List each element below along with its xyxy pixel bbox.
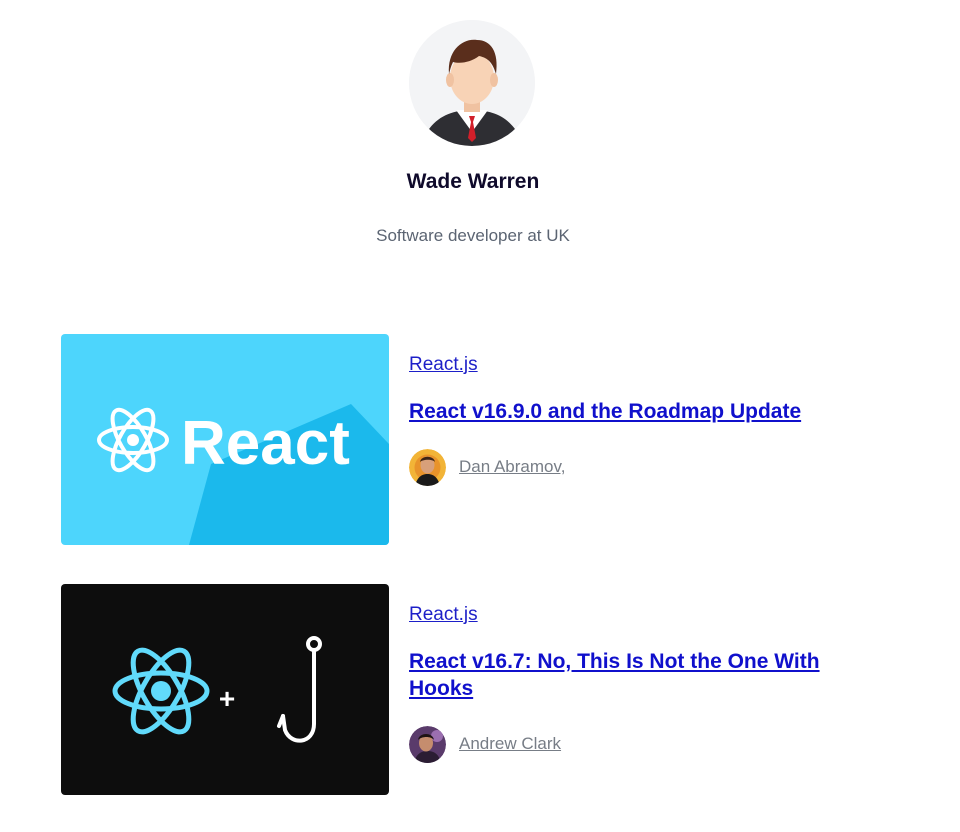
react-logo-banner-image: React xyxy=(61,334,389,545)
profile-name: Wade Warren xyxy=(406,170,540,193)
post-category-link[interactable]: React.js xyxy=(409,604,478,626)
author-name-link[interactable]: Andrew Clark xyxy=(459,734,561,754)
post-category-link[interactable]: React.js xyxy=(409,354,478,376)
page: Wade Warren Software developer at UK Rea… xyxy=(0,0,960,832)
author-photo-icon xyxy=(409,725,446,763)
author-avatar[interactable] xyxy=(409,725,446,763)
profile-bio: Software developer at UK xyxy=(376,226,570,245)
author-avatar[interactable] xyxy=(409,448,446,486)
svg-text:+: + xyxy=(219,683,235,714)
profile-avatar xyxy=(409,20,535,146)
user-avatar-icon xyxy=(409,20,535,146)
post-author: Andrew Clark xyxy=(409,725,561,763)
author-photo-icon xyxy=(409,448,446,486)
react-wordmark: React xyxy=(181,409,350,478)
post-title-link[interactable]: React v16.7: No, This Is Not the One Wit… xyxy=(409,648,849,702)
post-author: Dan Abramov, xyxy=(409,448,565,486)
post-thumbnail[interactable]: + xyxy=(61,584,389,795)
post-title-link[interactable]: React v16.9.0 and the Roadmap Update xyxy=(409,398,849,425)
react-plus-hook-image: + xyxy=(61,584,389,795)
author-name-link[interactable]: Dan Abramov, xyxy=(459,457,565,477)
post-thumbnail[interactable]: React xyxy=(61,334,389,545)
